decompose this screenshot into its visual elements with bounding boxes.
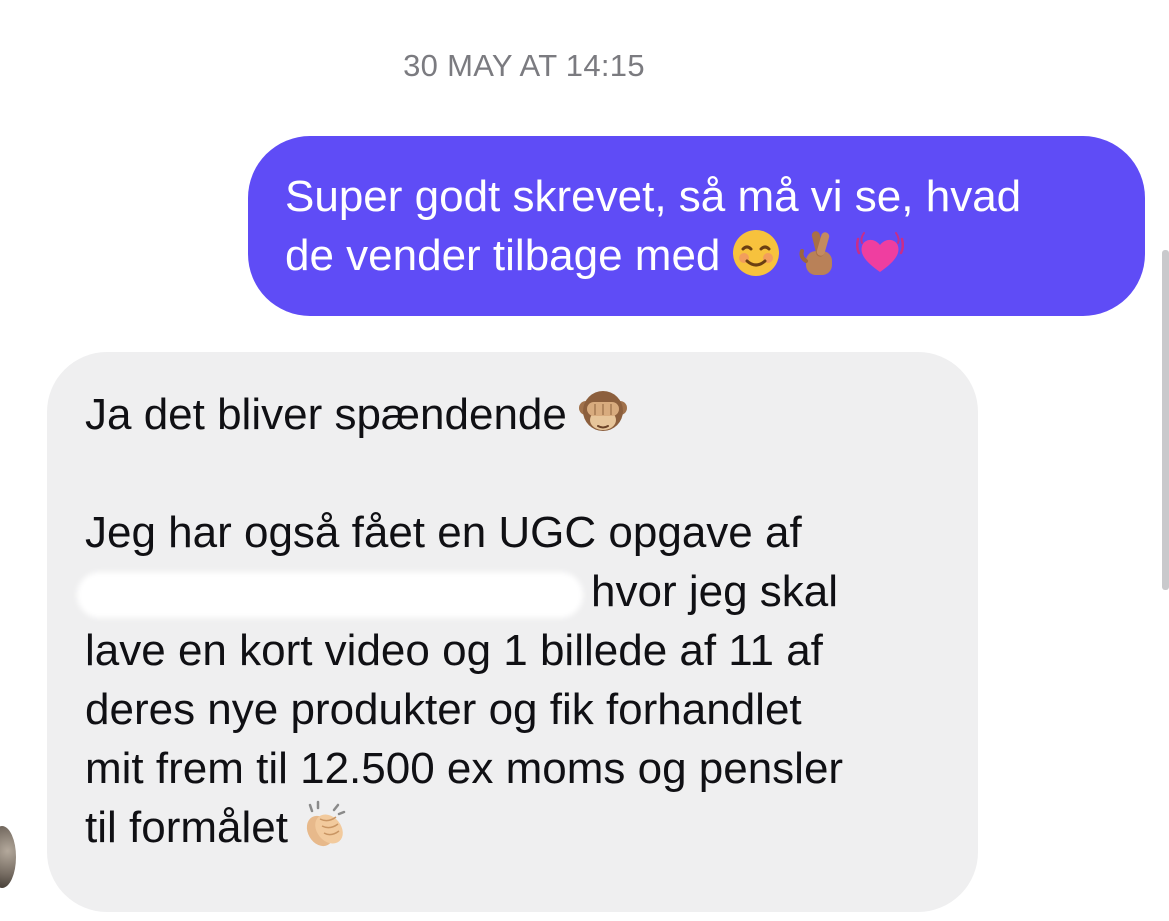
beating-heart-icon bbox=[854, 227, 906, 279]
message-line-with-redaction: hvor jeg skal bbox=[77, 562, 938, 621]
smiling-face-icon bbox=[730, 227, 782, 279]
see-no-evil-monkey-icon bbox=[577, 386, 629, 438]
message-line-with-emoji: til formålet bbox=[85, 798, 938, 857]
avatar[interactable] bbox=[0, 826, 16, 888]
scrollbar[interactable] bbox=[1162, 250, 1169, 590]
outgoing-message-bubble[interactable]: Super godt skrevet, så må vi se, hvad de… bbox=[248, 136, 1145, 316]
message-line-with-emojis: de vender tilbage med bbox=[285, 226, 1109, 285]
message-line: de vender tilbage med bbox=[285, 231, 721, 280]
message-line: deres nye produkter og fik forhandlet bbox=[85, 685, 802, 734]
redacted-text bbox=[77, 572, 583, 618]
chat-thread: 30 MAY AT 14:15 Super godt skrevet, så m… bbox=[0, 0, 1169, 921]
message-line: til formålet bbox=[85, 803, 288, 852]
message-timestamp: 30 MAY AT 14:15 bbox=[403, 48, 645, 83]
message-line: Super godt skrevet, så må vi se, hvad bbox=[285, 172, 1022, 221]
incoming-message-bubble[interactable]: Ja det bliver spændende Jeg har også fåe… bbox=[47, 352, 978, 912]
message-line: Ja det bliver spændende bbox=[85, 390, 567, 439]
clapping-hands-icon bbox=[298, 799, 350, 851]
message-line: mit frem til 12.500 ex moms og pensler bbox=[85, 744, 844, 793]
message-line-with-emoji: Ja det bliver spændende bbox=[85, 385, 938, 444]
message-line: hvor jeg skal bbox=[591, 567, 839, 616]
message-line: lave en kort video og 1 billede af 11 af bbox=[85, 626, 823, 675]
message-line: Jeg har også fået en UGC opgave af bbox=[85, 508, 802, 557]
crossed-fingers-icon bbox=[792, 227, 844, 279]
